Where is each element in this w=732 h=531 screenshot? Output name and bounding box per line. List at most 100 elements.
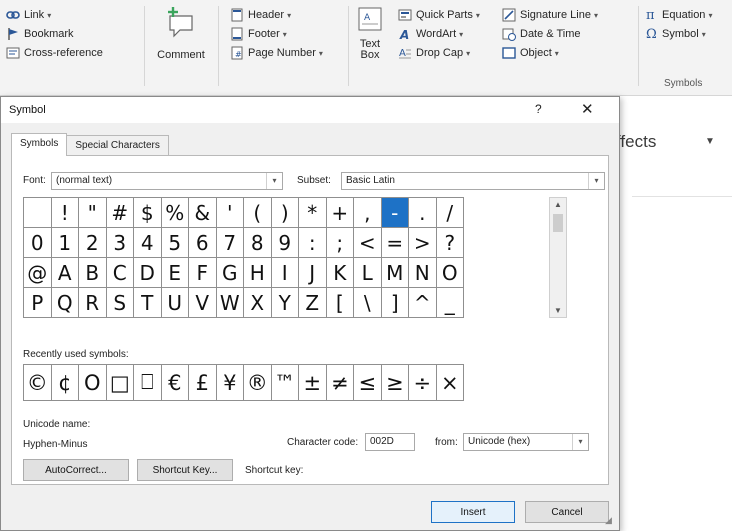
symbol-cell[interactable]: N bbox=[409, 258, 437, 288]
symbol-cell[interactable]: # bbox=[106, 198, 134, 228]
symbol-cell[interactable]: % bbox=[161, 198, 189, 228]
recent-symbol-cell[interactable]: ≠ bbox=[326, 365, 354, 401]
symbol-cell[interactable]: - bbox=[381, 198, 409, 228]
recent-symbol-cell[interactable]: ÷ bbox=[409, 365, 437, 401]
symbol-cell[interactable]: \ bbox=[354, 288, 382, 318]
cross-reference-button[interactable]: Cross-reference bbox=[6, 44, 103, 62]
symbol-cell[interactable]: B bbox=[79, 258, 107, 288]
symbol-button[interactable]: Ω Symbol ▾ bbox=[646, 25, 706, 43]
symbol-cell[interactable]: 9 bbox=[271, 228, 299, 258]
symbol-cell[interactable]: / bbox=[436, 198, 464, 228]
symbol-cell[interactable]: 4 bbox=[134, 228, 162, 258]
bookmark-button[interactable]: Bookmark bbox=[6, 25, 74, 43]
help-button[interactable]: ? bbox=[535, 102, 542, 116]
text-box-button[interactable]: A Text Box bbox=[354, 6, 386, 61]
symbol-cell[interactable]: X bbox=[244, 288, 272, 318]
recent-symbol-cell[interactable]: ± bbox=[299, 365, 327, 401]
header-button[interactable]: Header ▾ bbox=[230, 6, 291, 24]
scroll-up-icon[interactable]: ▲ bbox=[550, 200, 566, 209]
symbol-cell[interactable]: F bbox=[189, 258, 217, 288]
symbol-cell[interactable]: I bbox=[271, 258, 299, 288]
symbol-cell[interactable]: A bbox=[51, 258, 79, 288]
symbol-cell[interactable]: 3 bbox=[106, 228, 134, 258]
object-button[interactable]: Object ▾ bbox=[502, 44, 559, 62]
symbol-cell[interactable]: G bbox=[216, 258, 244, 288]
symbol-cell[interactable]: P bbox=[24, 288, 52, 318]
symbol-cell[interactable]: 5 bbox=[161, 228, 189, 258]
symbol-cell[interactable]: J bbox=[299, 258, 327, 288]
symbol-cell[interactable]: R bbox=[79, 288, 107, 318]
font-select[interactable]: (normal text) ▾ bbox=[51, 172, 283, 190]
symbol-cell[interactable]: E bbox=[161, 258, 189, 288]
symbol-cell[interactable]: 7 bbox=[216, 228, 244, 258]
drop-cap-button[interactable]: A Drop Cap ▾ bbox=[398, 44, 470, 62]
symbol-cell[interactable]: L bbox=[354, 258, 382, 288]
scroll-thumb[interactable] bbox=[553, 214, 563, 232]
symbol-cell[interactable]: . bbox=[409, 198, 437, 228]
page-number-button[interactable]: # Page Number ▾ bbox=[230, 44, 323, 62]
symbol-cell[interactable]: ! bbox=[51, 198, 79, 228]
symbol-cell[interactable]: > bbox=[409, 228, 437, 258]
symbol-cell[interactable]: Z bbox=[299, 288, 327, 318]
symbol-cell[interactable]: 1 bbox=[51, 228, 79, 258]
recent-symbol-cell[interactable]: × bbox=[436, 365, 464, 401]
resize-grip-icon[interactable]: ◢ bbox=[605, 515, 612, 526]
link-button[interactable]: Link ▾ bbox=[6, 6, 51, 24]
symbol-cell[interactable]: W bbox=[216, 288, 244, 318]
symbol-cell[interactable]: ' bbox=[216, 198, 244, 228]
symbol-cell[interactable]: " bbox=[79, 198, 107, 228]
symbol-cell[interactable]: [ bbox=[326, 288, 354, 318]
recent-symbol-cell[interactable]: ≥ bbox=[381, 365, 409, 401]
comment-button[interactable]: Comment bbox=[150, 4, 212, 61]
symbol-cell[interactable]: ^ bbox=[409, 288, 437, 318]
recent-symbol-cell[interactable]: ≤ bbox=[354, 365, 382, 401]
close-button[interactable]: ✕ bbox=[581, 100, 594, 118]
recent-symbol-cell[interactable]: O bbox=[79, 365, 107, 401]
symbol-cell[interactable]: ) bbox=[271, 198, 299, 228]
symbol-cell[interactable]: H bbox=[244, 258, 272, 288]
signature-line-button[interactable]: Signature Line ▾ bbox=[502, 6, 598, 24]
shortcut-key-button[interactable]: Shortcut Key... bbox=[137, 459, 233, 481]
subset-select[interactable]: Basic Latin ▾ bbox=[341, 172, 605, 190]
symbol-cell[interactable]: ] bbox=[381, 288, 409, 318]
date-time-button[interactable]: Date & Time bbox=[502, 25, 581, 43]
recent-symbol-cell[interactable]: © bbox=[24, 365, 52, 401]
footer-button[interactable]: Footer ▾ bbox=[230, 25, 287, 43]
symbol-cell[interactable]: * bbox=[299, 198, 327, 228]
symbol-cell[interactable]: & bbox=[189, 198, 217, 228]
autocorrect-button[interactable]: AutoCorrect... bbox=[23, 459, 129, 481]
equation-button[interactable]: π Equation ▾ bbox=[646, 6, 712, 24]
symbol-cell[interactable]: K bbox=[326, 258, 354, 288]
symbol-cell[interactable]: _ bbox=[436, 288, 464, 318]
from-select[interactable]: Unicode (hex) ▾ bbox=[463, 433, 589, 451]
symbol-cell[interactable]: C bbox=[106, 258, 134, 288]
symbol-cell[interactable]: : bbox=[299, 228, 327, 258]
symbol-cell[interactable]: D bbox=[134, 258, 162, 288]
symbol-cell[interactable]: T bbox=[134, 288, 162, 318]
recent-symbol-cell[interactable]: ¥ bbox=[216, 365, 244, 401]
recent-symbol-cell[interactable]: ™ bbox=[271, 365, 299, 401]
symbol-cell[interactable]: 2 bbox=[79, 228, 107, 258]
symbol-cell[interactable]: + bbox=[326, 198, 354, 228]
symbol-cell[interactable]: M bbox=[381, 258, 409, 288]
insert-button[interactable]: Insert bbox=[431, 501, 515, 523]
recent-symbol-cell[interactable]: € bbox=[161, 365, 189, 401]
scroll-down-icon[interactable]: ▼ bbox=[550, 306, 566, 315]
recent-symbol-cell[interactable]: £ bbox=[189, 365, 217, 401]
symbol-cell[interactable]: 8 bbox=[244, 228, 272, 258]
tab-symbols[interactable]: Symbols bbox=[11, 133, 68, 156]
symbol-cell[interactable]: = bbox=[381, 228, 409, 258]
symbol-cell[interactable] bbox=[24, 198, 52, 228]
recent-symbol-cell[interactable]: ⎕ bbox=[134, 365, 162, 401]
symbol-cell[interactable]: O bbox=[436, 258, 464, 288]
wordart-button[interactable]: A WordArt ▾ bbox=[398, 25, 463, 43]
symbol-grid-scrollbar[interactable]: ▲ ▼ bbox=[549, 197, 567, 318]
symbol-cell[interactable]: < bbox=[354, 228, 382, 258]
symbol-cell[interactable]: ( bbox=[244, 198, 272, 228]
symbol-cell[interactable]: V bbox=[189, 288, 217, 318]
symbol-cell[interactable]: Y bbox=[271, 288, 299, 318]
symbol-cell[interactable]: @ bbox=[24, 258, 52, 288]
recent-symbol-cell[interactable]: □ bbox=[106, 365, 134, 401]
symbol-cell[interactable]: 0 bbox=[24, 228, 52, 258]
chevron-down-icon[interactable]: ▼ bbox=[705, 136, 715, 147]
